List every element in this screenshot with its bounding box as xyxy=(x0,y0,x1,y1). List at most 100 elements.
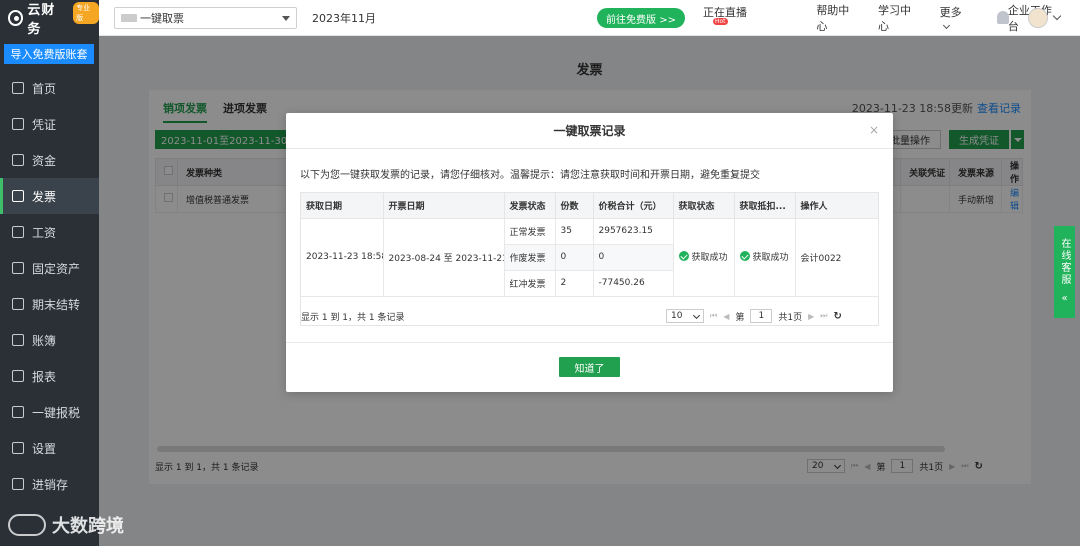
check-circle-icon xyxy=(739,251,750,262)
records-table-wrap: 获取日期 开票日期 发票状态 份数 价税合计（元） 获取状态 获取抵扣... 操… xyxy=(300,192,879,326)
cell-amount: -77450.26 xyxy=(593,270,674,297)
sidebar-item-settings[interactable]: 设置 xyxy=(0,430,99,466)
ledger-icon xyxy=(12,334,24,346)
watermark-logo-icon xyxy=(8,514,46,536)
cell-deduct-status: 获取成功 xyxy=(734,218,796,297)
cell-amount: 2957623.15 xyxy=(593,218,674,245)
table-row: 2023-11-23 18:58 2023-08-24 至 2023-11-23… xyxy=(301,218,879,297)
online-service-tab[interactable]: 在线客服 « xyxy=(1054,226,1075,318)
records-summary: 显示 1 到 1，共 1 条记录 xyxy=(301,312,405,323)
dialog-header: 一键取票记录 × xyxy=(286,113,893,149)
chevron-down-icon xyxy=(942,21,950,29)
sidebar-item-label: 报表 xyxy=(32,369,57,384)
last-page-icon[interactable]: ⏭ xyxy=(820,311,827,321)
go-free-version-button[interactable]: 前往免费版 >> xyxy=(597,8,685,28)
cell-fetch-status: 获取成功 xyxy=(673,218,735,297)
check-circle-icon xyxy=(678,251,689,262)
got-it-button[interactable]: 知道了 xyxy=(559,357,620,377)
sidebar: 云财务 专业版 导入免费版账套 首页 凭证 资金 发票 工资 固定资产 期末结转… xyxy=(0,0,99,546)
deduct-status: 获取成功 xyxy=(739,250,789,263)
live-link-label: 正在直播 xyxy=(703,5,747,19)
page-prefix: 第 xyxy=(735,312,745,323)
sidebar-item-tax[interactable]: 一键报税 xyxy=(0,394,99,430)
sidebar-item-inventory[interactable]: 进销存 xyxy=(0,466,99,502)
first-page-icon[interactable]: ⏮ xyxy=(710,311,717,321)
cell-operator: 会计0022 xyxy=(795,218,879,297)
help-center-link[interactable]: 帮助中心 xyxy=(816,2,858,34)
funds-icon xyxy=(12,154,24,166)
total-pages: 共1页 xyxy=(778,312,803,323)
sidebar-item-label: 设置 xyxy=(32,441,57,456)
cell-count: 2 xyxy=(555,270,594,297)
col-invoice-date: 开票日期 xyxy=(383,193,505,219)
sidebar-item-label: 账簿 xyxy=(32,333,57,348)
close-icon[interactable]: × xyxy=(869,123,879,137)
watermark: 大数跨境 xyxy=(8,512,124,538)
cell-count: 0 xyxy=(555,244,594,271)
accounting-period[interactable]: 2023年11月 xyxy=(312,10,376,26)
top-links: 正在直播Hot 帮助中心 学习中心 更多 企业工作台 xyxy=(703,0,1080,36)
col-operator: 操作人 xyxy=(795,193,879,219)
bell-icon[interactable] xyxy=(997,11,1009,24)
blurred-company-prefix xyxy=(121,13,137,22)
company-select[interactable]: 一键取票 xyxy=(114,6,297,29)
cell-invoice-status: 作废发票 xyxy=(504,244,556,271)
edition-badge: 专业版 xyxy=(73,2,99,24)
inventory-icon xyxy=(12,478,24,490)
app-logo[interactable]: 云财务 专业版 xyxy=(0,0,99,37)
sidebar-item-reports[interactable]: 报表 xyxy=(0,358,99,394)
sidebar-item-label: 首页 xyxy=(32,81,57,96)
sidebar-item-label: 凭证 xyxy=(32,117,57,132)
fetch-status: 获取成功 xyxy=(678,250,728,263)
page-size-select[interactable]: 10 xyxy=(666,309,704,323)
fetch-status-label: 获取成功 xyxy=(691,252,728,263)
prev-page-icon[interactable]: ◀ xyxy=(723,312,729,321)
sidebar-item-label: 资金 xyxy=(32,153,57,168)
deduct-status-label: 获取成功 xyxy=(752,252,789,263)
watermark-text: 大数跨境 xyxy=(52,516,124,537)
tax-icon xyxy=(12,406,24,418)
sidebar-item-home[interactable]: 首页 xyxy=(0,70,99,106)
sidebar-item-label: 进销存 xyxy=(32,477,69,492)
dialog-title: 一键取票记录 xyxy=(553,124,626,138)
import-free-account-button[interactable]: 导入免费版账套 xyxy=(4,44,94,64)
sidebar-item-ledger[interactable]: 账簿 xyxy=(0,322,99,358)
cell-invoice-date: 2023-08-24 至 2023-11-23 xyxy=(383,218,505,297)
avatar[interactable] xyxy=(1028,8,1048,28)
sidebar-item-voucher[interactable]: 凭证 xyxy=(0,106,99,142)
col-count: 份数 xyxy=(555,193,594,219)
sidebar-item-funds[interactable]: 资金 xyxy=(0,142,99,178)
cell-invoice-status: 正常发票 xyxy=(504,218,556,245)
logo-text: 云财务 xyxy=(27,3,56,37)
sidebar-item-fixed-assets[interactable]: 固定资产 xyxy=(0,250,99,286)
learning-center-link[interactable]: 学习中心 xyxy=(878,2,920,34)
sidebar-nav: 首页 凭证 资金 发票 工资 固定资产 期末结转 账簿 报表 一键报税 设置 进… xyxy=(0,70,99,502)
next-page-icon[interactable]: ▶ xyxy=(808,312,814,321)
cell-count: 35 xyxy=(555,218,594,245)
more-menu[interactable]: 更多 xyxy=(940,4,988,33)
live-link[interactable]: 正在直播Hot xyxy=(703,4,796,33)
sidebar-item-label: 工资 xyxy=(32,225,57,240)
sidebar-item-salary[interactable]: 工资 xyxy=(0,214,99,250)
records-pagination: 10 ⏮ ◀ 第 1 共1页 ▶ ⏭ ↻ xyxy=(666,309,842,323)
top-bar: 一键取票 2023年11月 前往免费版 >> 正在直播Hot 帮助中心 学习中心… xyxy=(99,0,1080,36)
sidebar-item-period-close[interactable]: 期末结转 xyxy=(0,286,99,322)
page-number-input[interactable]: 1 xyxy=(750,309,773,323)
dialog-tip: 以下为您一键获取发票的记录，请您仔细核对。温馨提示：请您注意获取时间和开票日期，… xyxy=(300,170,760,181)
sidebar-item-label: 发票 xyxy=(32,189,57,204)
cell-invoice-status: 红冲发票 xyxy=(504,270,556,297)
invoice-icon xyxy=(12,190,24,202)
hot-badge: Hot xyxy=(713,17,728,25)
refresh-icon[interactable]: ↻ xyxy=(833,311,841,322)
logo-icon xyxy=(8,10,24,26)
cell-fetch-date: 2023-11-23 18:58 xyxy=(301,218,384,297)
dialog-divider xyxy=(286,342,893,343)
sidebar-item-invoice[interactable]: 发票 xyxy=(0,178,99,214)
col-fetch-status: 获取状态 xyxy=(673,193,735,219)
records-footer: 显示 1 到 1，共 1 条记录 10 ⏮ ◀ 第 1 共1页 ▶ ⏭ ↻ xyxy=(301,306,878,326)
fixed-asset-icon xyxy=(12,262,24,274)
col-fetch-date: 获取日期 xyxy=(301,193,384,219)
salary-icon xyxy=(12,226,24,238)
company-name: 一键取票 xyxy=(140,11,184,25)
period-close-icon xyxy=(12,298,24,310)
